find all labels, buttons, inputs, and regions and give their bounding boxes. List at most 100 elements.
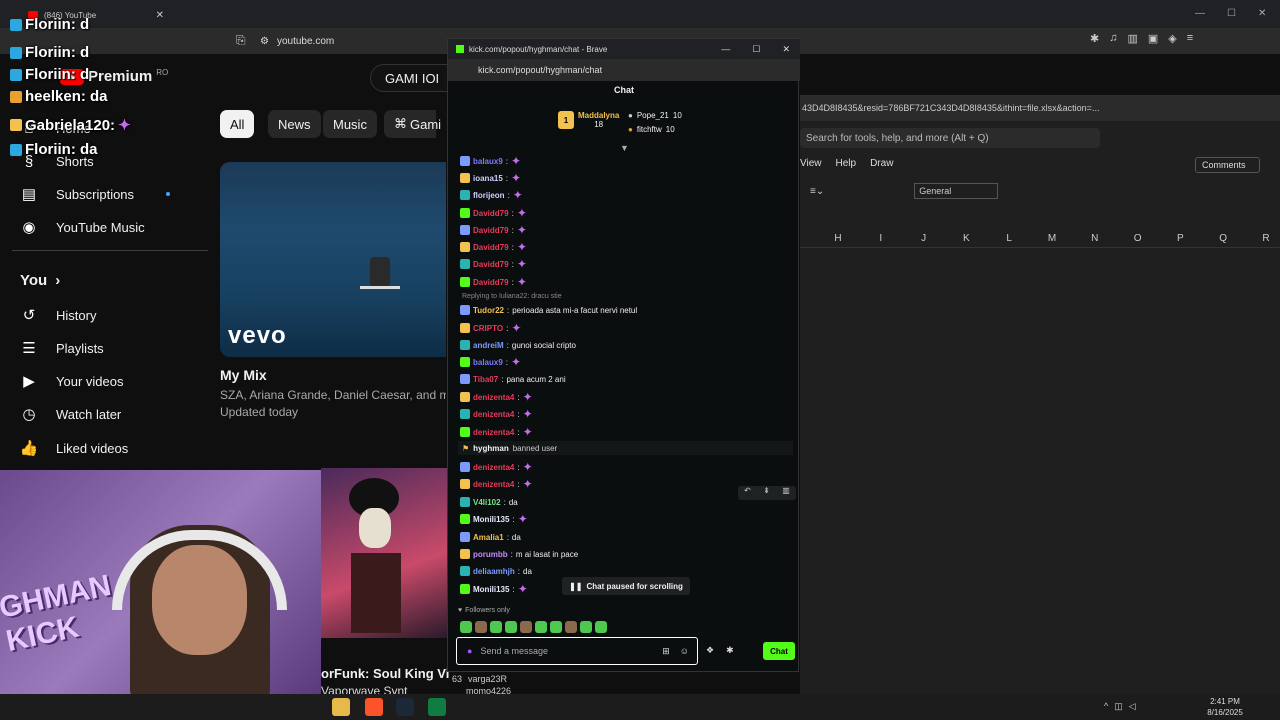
menu-view[interactable]: View: [800, 158, 822, 169]
minimize-icon[interactable]: —: [721, 44, 730, 55]
chat-username[interactable]: Davidd79: [473, 226, 509, 235]
chat-username[interactable]: denizenta4: [473, 393, 514, 402]
delete-icon[interactable]: ▥: [782, 486, 790, 500]
pin-icon[interactable]: ⇟: [763, 486, 770, 500]
send-chat-button[interactable]: Chat: [763, 642, 795, 660]
chip-all[interactable]: All: [220, 110, 255, 138]
mix-title[interactable]: My Mix: [220, 367, 267, 383]
sidebar-item-your-videos[interactable]: ▶ Your videos: [0, 366, 210, 396]
chat-paused-button[interactable]: ❚❚ Chat paused for scrolling: [562, 577, 690, 595]
emote-option-icon[interactable]: [490, 621, 502, 633]
chat-username[interactable]: denizenta4: [473, 410, 514, 419]
chat-username[interactable]: Tiba07: [473, 375, 498, 384]
bookmark-icon[interactable]: ⎘: [236, 33, 246, 48]
message-input[interactable]: ● Send a message ⊞ ☺: [456, 637, 698, 665]
expand-pins-icon[interactable]: ▼: [620, 143, 629, 153]
video2-title[interactable]: orFunk: Soul King Vi: [321, 666, 449, 681]
video-thumbnail-2[interactable]: [321, 468, 447, 638]
column-header[interactable]: Q: [1208, 233, 1238, 244]
mix-thumbnail[interactable]: vevo: [220, 162, 446, 357]
excel-icon[interactable]: [428, 698, 446, 716]
you-section-header[interactable]: You ›: [20, 272, 60, 289]
chat-username[interactable]: andreiM: [473, 341, 504, 350]
emote-option-icon[interactable]: [595, 621, 607, 633]
chat-username[interactable]: ioana15: [473, 174, 503, 183]
brave-icon[interactable]: [365, 698, 383, 716]
gif-icon[interactable]: ⊞: [662, 646, 670, 657]
gift-icon[interactable]: ❖: [706, 645, 714, 656]
site-info-icon[interactable]: ⚙: [260, 36, 269, 47]
chat-username[interactable]: Davidd79: [473, 209, 509, 218]
network-icon[interactable]: ◫: [1114, 701, 1123, 712]
chat-username[interactable]: denizenta4: [473, 428, 514, 437]
sidebar-item-history[interactable]: ↺ History: [0, 300, 210, 330]
menu-help[interactable]: Help: [836, 158, 857, 169]
chat-username[interactable]: Amalia1: [473, 533, 504, 542]
column-header[interactable]: H: [823, 233, 853, 244]
volume-icon[interactable]: ◁: [1129, 701, 1136, 712]
sidebar-icon[interactable]: ▥: [1127, 32, 1137, 50]
chat-username[interactable]: deliaamhjh: [473, 567, 515, 576]
maximize-icon[interactable]: ☐: [1227, 8, 1236, 19]
clock[interactable]: 2:41 PM 8/16/2025: [1200, 696, 1250, 718]
emote-option-icon[interactable]: [520, 621, 532, 633]
chip-gaming[interactable]: ⌘ Gami: [384, 110, 441, 138]
kick-url-bar[interactable]: kick.com/popout/hyghman/chat: [448, 59, 800, 81]
column-header[interactable]: O: [1123, 233, 1153, 244]
close-window-icon[interactable]: ✕: [1258, 8, 1266, 19]
comments-button[interactable]: Comments: [1195, 157, 1260, 173]
excel-search[interactable]: Search for tools, help, and more (Alt + …: [800, 128, 1100, 148]
search-input[interactable]: GAMI IOI: [370, 64, 450, 92]
number-format-select[interactable]: General: [914, 183, 999, 199]
sidebar-item-liked-videos[interactable]: 👍 Liked videos: [0, 433, 210, 463]
chat-username[interactable]: balaux9: [473, 358, 503, 367]
menu-icon[interactable]: ≡: [1187, 32, 1193, 50]
chevron-up-icon[interactable]: ^: [1104, 701, 1108, 712]
emote-option-icon[interactable]: [565, 621, 577, 633]
chip-music[interactable]: Music: [323, 110, 377, 138]
close-window-icon[interactable]: ✕: [782, 44, 790, 55]
chat-username[interactable]: Davidd79: [473, 243, 509, 252]
chat-username[interactable]: Davidd79: [473, 278, 509, 287]
column-header[interactable]: M: [1037, 233, 1067, 244]
chat-username[interactable]: porumbb: [473, 550, 508, 559]
column-header[interactable]: P: [1165, 233, 1195, 244]
extension-icon[interactable]: ✱: [1090, 32, 1099, 50]
mic-icon[interactable]: ●: [467, 646, 472, 656]
column-header[interactable]: L: [994, 233, 1024, 244]
emote-option-icon[interactable]: [475, 621, 487, 633]
align-icon[interactable]: ≡⌄: [810, 186, 824, 197]
steam-icon[interactable]: [396, 698, 414, 716]
emote-option-icon[interactable]: [460, 621, 472, 633]
emote-option-icon[interactable]: [580, 621, 592, 633]
settings-icon[interactable]: ✱: [726, 645, 734, 656]
chat-username[interactable]: florijeon: [473, 191, 505, 200]
column-header[interactable]: K: [951, 233, 981, 244]
sidebar-item-youtube-music[interactable]: ◉ YouTube Music: [0, 212, 210, 242]
menu-draw[interactable]: Draw: [870, 158, 893, 169]
column-header[interactable]: R: [1251, 233, 1280, 244]
sidebar-item-subscriptions[interactable]: ▤ Subscriptions: [0, 179, 210, 209]
file-explorer-icon[interactable]: [332, 698, 350, 716]
chat-username[interactable]: denizenta4: [473, 463, 514, 472]
chat-username[interactable]: Davidd79: [473, 260, 509, 269]
excel-url-bar[interactable]: 43D4D8I8435&resid=786BF721C343D4D8I8435&…: [800, 95, 1280, 121]
close-tab-icon[interactable]: ✕: [156, 10, 164, 21]
chat-username[interactable]: CRIPTO: [473, 324, 503, 333]
wallet-icon[interactable]: ▣: [1148, 32, 1158, 50]
sidebar-item-playlists[interactable]: ☰ Playlists: [0, 333, 210, 363]
chat-username[interactable]: Monili135: [473, 515, 509, 524]
emote-option-icon[interactable]: [535, 621, 547, 633]
chat-username[interactable]: Tudor22: [473, 306, 504, 315]
chat-username[interactable]: balaux9: [473, 157, 503, 166]
emote-option-icon[interactable]: [550, 621, 562, 633]
minimize-icon[interactable]: —: [1195, 8, 1205, 19]
emoji-icon[interactable]: ☺: [680, 646, 689, 657]
reply-icon[interactable]: ↶: [744, 486, 751, 500]
column-header[interactable]: I: [866, 233, 896, 244]
column-header[interactable]: J: [909, 233, 939, 244]
maximize-icon[interactable]: ☐: [752, 44, 760, 55]
chat-username[interactable]: Monili135: [473, 585, 509, 594]
url-field[interactable]: ⚙ youtube.com: [260, 31, 440, 51]
shield-icon[interactable]: ◈: [1168, 32, 1176, 50]
